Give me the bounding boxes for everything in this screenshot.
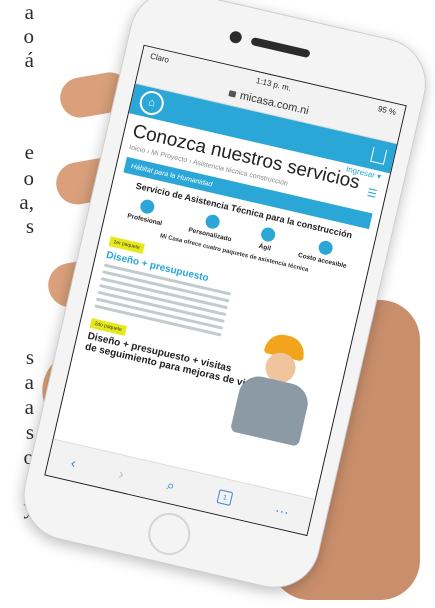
bg-letter: a bbox=[24, 370, 34, 394]
feature-label: Profesional bbox=[126, 212, 163, 228]
bg-letter: e bbox=[24, 140, 34, 164]
feature-item: Profesional bbox=[127, 196, 167, 227]
bg-letter: s bbox=[25, 345, 34, 369]
bg-letter: s bbox=[25, 214, 34, 238]
bg-letter: o bbox=[23, 166, 35, 190]
worker-illustration bbox=[219, 325, 331, 452]
share-icon[interactable] bbox=[370, 146, 388, 165]
badge-icon bbox=[139, 198, 157, 216]
speaker-grille bbox=[250, 36, 311, 59]
search-icon[interactable]: ⌕ bbox=[165, 476, 176, 494]
more-icon[interactable]: ··· bbox=[273, 501, 290, 520]
bg-letter: o bbox=[23, 24, 35, 48]
arrow-icon bbox=[259, 226, 277, 243]
lock-icon bbox=[228, 90, 237, 98]
bg-letter: s bbox=[25, 420, 34, 444]
coin-icon bbox=[316, 239, 334, 257]
site-logo-icon[interactable]: ⌂ bbox=[137, 88, 167, 118]
camera-icon bbox=[228, 30, 243, 45]
feature-item: Costo accesible bbox=[297, 235, 351, 270]
back-icon[interactable]: ‹ bbox=[69, 454, 77, 471]
feature-item: Personalizado bbox=[188, 210, 236, 243]
wrench-icon bbox=[204, 213, 222, 231]
forward-icon[interactable]: › bbox=[117, 465, 125, 482]
feature-label: Ágil bbox=[257, 242, 272, 253]
home-button[interactable] bbox=[144, 508, 195, 560]
feature-item: Ágil bbox=[257, 226, 277, 253]
carrier-label: Claro bbox=[149, 51, 171, 65]
bg-letter: a bbox=[24, 0, 34, 24]
battery-level: 95 % bbox=[377, 103, 397, 117]
worker-shirt bbox=[229, 372, 312, 447]
bg-letter: a bbox=[24, 395, 34, 419]
tabs-icon[interactable]: 1 bbox=[216, 489, 234, 506]
bg-letter: á bbox=[24, 48, 34, 72]
bg-letter: a, bbox=[19, 190, 34, 214]
